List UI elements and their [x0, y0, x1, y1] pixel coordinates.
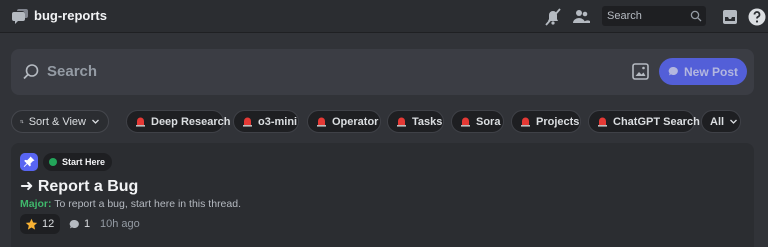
post-tag-label: Start Here [62, 157, 106, 167]
tag-filter-label: Tasks [412, 115, 443, 128]
tag-filter-label: o3-mini [258, 115, 298, 128]
siren-icon [136, 117, 145, 127]
chevron-down-icon [92, 119, 99, 124]
search-icon [23, 64, 39, 80]
tag-filter-projects[interactable]: Projects [511, 110, 581, 133]
post-title[interactable]: ➜ Report a Bug [20, 176, 138, 196]
help-icon[interactable] [747, 7, 767, 27]
tag-filter-label: Deep Research [151, 115, 231, 128]
sort-view-button[interactable]: Sort & View [11, 110, 109, 133]
inbox-icon[interactable] [720, 7, 740, 27]
forum-main: Search New Post Sort & View Deep Researc… [0, 33, 768, 247]
chevron-down-icon [730, 119, 738, 124]
tag-filter-deep-research[interactable]: Deep Research [126, 110, 231, 133]
forum-post-card[interactable]: Start Here ➜ Report a Bug Major: To repo… [11, 143, 754, 247]
siren-icon [521, 117, 530, 127]
forum-search-placeholder: Search [47, 63, 98, 80]
tag-filter-tasks[interactable]: Tasks [387, 110, 444, 133]
notification-muted-icon[interactable] [543, 7, 563, 27]
tag-filter-chatgpt-search[interactable]: ChatGPT Search [588, 110, 700, 133]
post-timestamp: 10h ago [100, 218, 140, 230]
star-icon [25, 218, 38, 230]
siren-icon [461, 117, 470, 127]
reply-count: 1 [84, 218, 91, 230]
post-preview: Major: To report a bug, start here in th… [20, 198, 241, 210]
media-view-icon[interactable] [632, 63, 649, 80]
post-preview-text: To report a bug, start here in this thre… [51, 198, 241, 210]
siren-icon [317, 117, 326, 127]
tag-dot-icon [49, 158, 57, 166]
post-tag-start-here: Start Here [43, 153, 113, 171]
header-search-input[interactable]: Search [602, 6, 706, 26]
channel-header: bug-reports Search [0, 0, 768, 33]
channel-name: bug-reports [34, 8, 107, 23]
tag-filter-o3-mini[interactable]: o3-mini [233, 110, 299, 133]
all-tags-label: All [710, 115, 725, 128]
sort-icon [20, 119, 24, 124]
siren-icon [598, 117, 607, 127]
forum-search-input[interactable]: Search New Post [11, 49, 754, 95]
member-list-icon[interactable] [571, 7, 591, 27]
tag-filter-sora[interactable]: Sora [451, 110, 504, 133]
new-post-button[interactable]: New Post [659, 58, 747, 85]
search-icon [690, 10, 702, 22]
header-search-placeholder: Search [607, 10, 642, 22]
chat-bubble-icon [668, 66, 678, 76]
reaction-button[interactable]: 12 [20, 214, 60, 234]
reply-count-indicator: 1 [69, 218, 90, 230]
tag-filter-label: ChatGPT Search [613, 115, 700, 128]
post-preview-prefix: Major: [20, 198, 52, 210]
tag-filter-operator[interactable]: Operator [307, 110, 381, 133]
sort-view-label: Sort & View [28, 115, 86, 128]
chat-bubble-icon [69, 219, 79, 228]
tag-filter-label: Sora [476, 115, 501, 128]
new-post-label: New Post [683, 64, 738, 79]
siren-icon [397, 117, 406, 127]
reaction-count: 12 [42, 218, 55, 230]
tag-filter-label: Operator [332, 115, 379, 128]
pin-icon [20, 153, 38, 171]
all-tags-button[interactable]: All [701, 110, 741, 133]
siren-icon [243, 117, 252, 127]
forum-channel-icon [12, 9, 28, 24]
tag-filter-label: Projects [536, 115, 580, 128]
